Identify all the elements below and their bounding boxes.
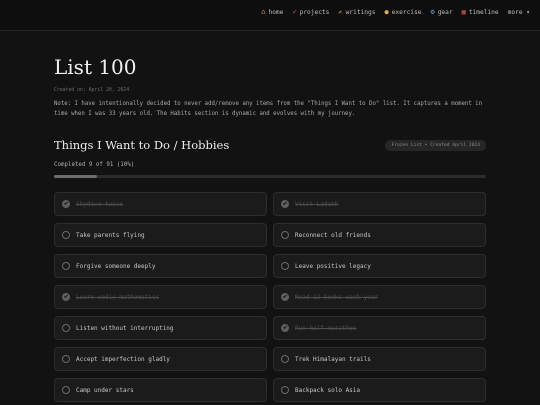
unchecked-circle-icon[interactable] bbox=[62, 262, 70, 270]
list-item[interactable]: Forgive someone deeply bbox=[54, 254, 267, 278]
list-item-label: Forgive someone deeply bbox=[76, 262, 156, 270]
unchecked-circle-icon[interactable] bbox=[62, 324, 70, 332]
unchecked-circle-icon[interactable] bbox=[281, 355, 289, 363]
unchecked-circle-icon[interactable] bbox=[62, 231, 70, 239]
nav-link-label: gear bbox=[437, 9, 453, 16]
list-item-label: Learn vedic mathematics bbox=[76, 293, 160, 301]
list-item-label: Run half marathon bbox=[295, 324, 357, 332]
nav-link-label: projects bbox=[299, 9, 330, 16]
list-item-label: Visit Ladakh bbox=[295, 200, 339, 208]
unchecked-circle-icon[interactable] bbox=[281, 386, 289, 394]
top-navbar: ⌂ home ➶ projects ✍ writings ● exercise ⚙ gear ▦ ti… bbox=[0, 0, 540, 31]
checked-circle-icon[interactable] bbox=[62, 200, 70, 208]
nav-link-projects[interactable]: ➶ projects bbox=[292, 8, 330, 17]
unchecked-circle-icon[interactable] bbox=[62, 386, 70, 394]
items-grid: Skydive twice Visit Ladakh Take parents fl… bbox=[54, 192, 486, 402]
nav-link-label: exercise bbox=[391, 9, 422, 16]
checked-circle-icon[interactable] bbox=[281, 324, 289, 332]
list-item-label: Read 12 books each year bbox=[295, 293, 379, 301]
nav-link-writings[interactable]: ✍ writings bbox=[338, 8, 376, 17]
list-item-label: Reconnect old friends bbox=[295, 231, 371, 239]
list-item-label: Listen without interrupting bbox=[76, 324, 174, 332]
list-item-label: Backpack solo Asia bbox=[295, 386, 361, 394]
nav-link-home[interactable]: ⌂ home bbox=[261, 8, 284, 17]
nav-more-dropdown[interactable]: more ▾ bbox=[508, 9, 530, 16]
list-item-label: Skydive twice bbox=[76, 200, 123, 208]
list-item[interactable]: Listen without interrupting bbox=[54, 316, 267, 340]
list-item-label: Camp under stars bbox=[76, 386, 134, 394]
pen-icon: ✍ bbox=[338, 8, 343, 16]
list-item-label: Accept imperfection gladly bbox=[76, 355, 170, 363]
flexed-arm-icon: ● bbox=[384, 8, 389, 16]
list-item[interactable]: Read 12 books each year bbox=[273, 285, 486, 309]
list-item[interactable]: Reconnect old friends bbox=[273, 223, 486, 247]
list-item[interactable]: Run half marathon bbox=[273, 316, 486, 340]
list-item[interactable]: Learn vedic mathematics bbox=[54, 285, 267, 309]
page-title: List 100 bbox=[54, 55, 137, 79]
list-item[interactable]: Camp under stars bbox=[54, 378, 267, 402]
main-nav: ⌂ home ➶ projects ✍ writings ● exercise ⚙ gear ▦ ti… bbox=[261, 8, 530, 17]
progress-bar bbox=[54, 175, 486, 178]
checked-circle-icon[interactable] bbox=[281, 200, 289, 208]
home-icon: ⌂ bbox=[261, 8, 266, 16]
list-item[interactable]: Accept imperfection gladly bbox=[54, 347, 267, 371]
list-item-label: Take parents flying bbox=[76, 231, 145, 239]
list-item[interactable]: Visit Ladakh bbox=[273, 192, 486, 216]
created-date: Created on: April 20, 2024 bbox=[54, 88, 130, 93]
nav-link-gear[interactable]: ⚙ gear bbox=[430, 8, 453, 17]
nav-link-label: timeline bbox=[468, 9, 499, 16]
unchecked-circle-icon[interactable] bbox=[281, 262, 289, 270]
list-item[interactable]: Take parents flying bbox=[54, 223, 267, 247]
nav-link-label: home bbox=[268, 9, 284, 16]
list-item[interactable]: Backpack solo Asia bbox=[273, 378, 486, 402]
nav-link-exercise[interactable]: ● exercise bbox=[384, 8, 422, 17]
nav-link-timeline[interactable]: ▦ timeline bbox=[461, 8, 499, 17]
completion-count: Completed 9 of 91 (10%) bbox=[54, 162, 135, 168]
list-item[interactable]: Skydive twice bbox=[54, 192, 267, 216]
rocket-icon: ➶ bbox=[292, 8, 297, 16]
unchecked-circle-icon[interactable] bbox=[62, 355, 70, 363]
progress-bar-fill bbox=[54, 175, 98, 178]
nav-link-label: writings bbox=[345, 9, 376, 16]
intro-note: Note: I have intentionally decided to ne… bbox=[54, 101, 483, 117]
calendar-icon: ▦ bbox=[461, 8, 466, 16]
gear-icon: ⚙ bbox=[430, 8, 435, 16]
checked-circle-icon[interactable] bbox=[281, 293, 289, 301]
unchecked-circle-icon[interactable] bbox=[281, 231, 289, 239]
list-item-label: Trek Himalayan trails bbox=[295, 355, 371, 363]
section-title: Things I Want to Do / Hobbies bbox=[54, 138, 230, 152]
checked-circle-icon[interactable] bbox=[62, 293, 70, 301]
list-item-label: Leave positive legacy bbox=[295, 262, 371, 270]
list-item[interactable]: Leave positive legacy bbox=[273, 254, 486, 278]
frozen-list-badge: Frozen List • Created April 2024 bbox=[385, 140, 486, 151]
list-item[interactable]: Trek Himalayan trails bbox=[273, 347, 486, 371]
